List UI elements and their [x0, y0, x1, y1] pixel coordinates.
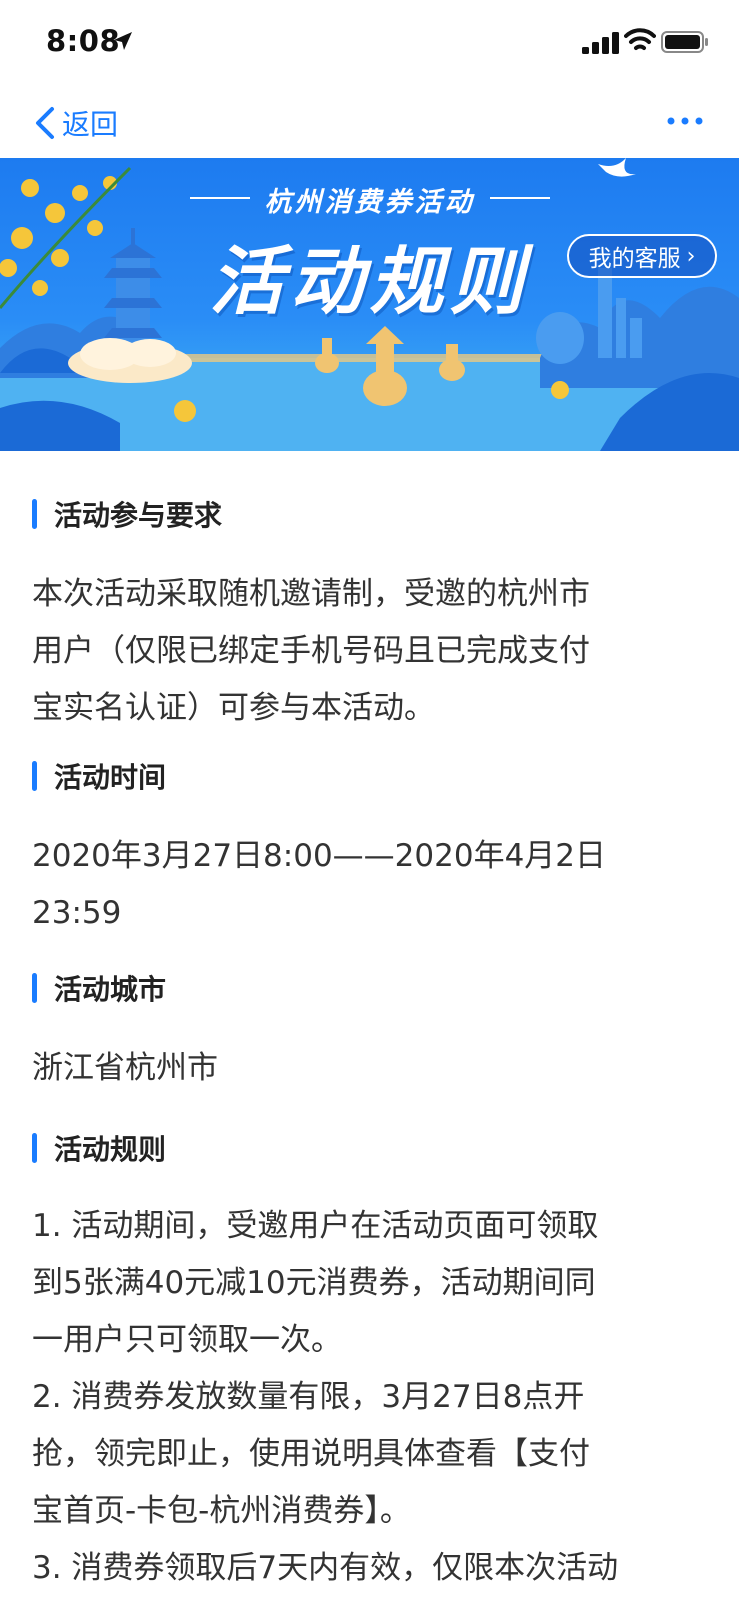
text-line: 抢，领完即止，使用说明具体查看【支付 [32, 1436, 590, 1472]
text-line: 浙江省杭州市 [32, 1050, 218, 1086]
section-body-requirements: 本次活动采取随机邀请制，受邀的杭州市 用户（仅限已绑定手机号码且已完成支付 宝实… [32, 566, 712, 737]
section-body-rules: 1. 活动期间，受邀用户在活动页面可领取 到5张满40元减10元消费券，活动期间… [32, 1198, 712, 1597]
text-line: 用户（仅限已绑定手机号码且已完成支付 [32, 633, 590, 669]
text-line: 本次活动采取随机邀请制，受邀的杭州市 [32, 576, 590, 612]
text-line: 2020年3月27日8:00——2020年4月2日 [32, 838, 607, 874]
text-line: 23:59 [32, 895, 122, 931]
text-line: 3. 消费券领取后7天内有效，仅限本次活动 [32, 1550, 619, 1586]
text-line: 2. 消费券发放数量有限，3月27日8点开 [32, 1379, 585, 1415]
navigation-bar: 返回 [0, 88, 739, 158]
location-arrow-icon [114, 32, 132, 50]
text-line: 1. 活动期间，受邀用户在活动页面可领取 [32, 1208, 599, 1244]
section-accent-bar [32, 1133, 37, 1163]
activity-banner: 杭州消费券活动 活动规则 我的客服 › [0, 158, 739, 451]
status-bar: 8:08 [0, 0, 739, 88]
customer-service-button[interactable]: 我的客服 › [567, 234, 717, 278]
section-header-city: 活动城市 [32, 968, 166, 1008]
section-title: 活动规则 [54, 1133, 167, 1166]
banner-subtitle: 杭州消费券活动 [264, 187, 475, 218]
back-label: 返回 [62, 108, 119, 141]
text-line: 一用户只可领取一次。 [32, 1322, 342, 1358]
text-line: 宝首页-卡包-杭州消费券】。 [32, 1493, 411, 1529]
section-title: 活动城市 [54, 973, 167, 1006]
section-title: 活动参与要求 [54, 499, 223, 532]
chevron-right-icon: › [686, 243, 696, 269]
back-button[interactable]: 返回 [34, 100, 118, 146]
chevron-left-icon [36, 107, 54, 139]
customer-service-label: 我的客服 [588, 246, 681, 272]
section-header-requirements: 活动参与要求 [32, 494, 222, 534]
section-header-rules: 活动规则 [32, 1128, 166, 1168]
section-body-city: 浙江省杭州市 [32, 1040, 712, 1097]
status-time: 8:08 [46, 24, 121, 58]
battery-icon [661, 31, 708, 53]
more-options-icon[interactable] [664, 106, 706, 136]
section-title: 活动时间 [54, 761, 167, 794]
section-body-time: 2020年3月27日8:00——2020年4月2日 23:59 [32, 828, 712, 942]
cellular-signal-icon [582, 32, 619, 54]
section-accent-bar [32, 973, 37, 1003]
text-line: 到5张满40元减10元消费券，活动期间同 [32, 1265, 596, 1301]
wifi-icon [624, 28, 656, 50]
section-accent-bar [32, 761, 37, 791]
text-line: 宝实名认证）可参与本活动。 [32, 690, 435, 726]
section-header-time: 活动时间 [32, 756, 166, 796]
section-accent-bar [32, 499, 37, 529]
